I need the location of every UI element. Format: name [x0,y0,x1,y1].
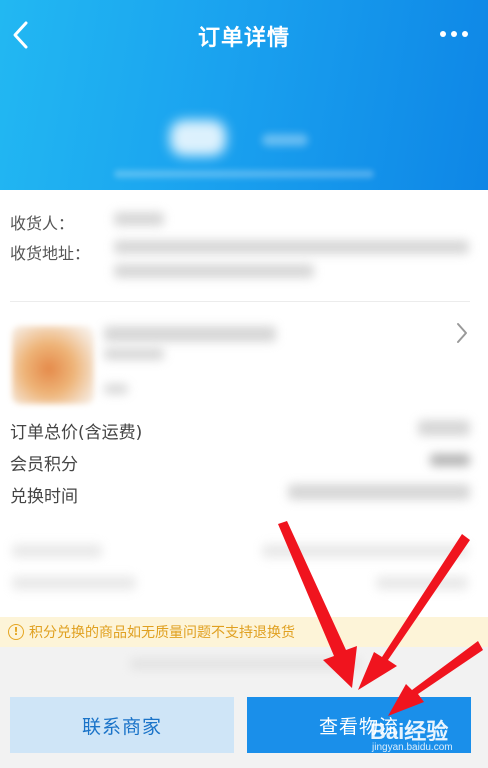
order-total-value-redacted [418,420,470,436]
chevron-right-icon [457,323,467,343]
status-text-redacted [262,134,308,146]
recipient-label: 收货人： [10,214,75,233]
address-label: 收货地址： [10,244,91,263]
divider [10,301,470,302]
address-value-redacted [114,240,469,254]
product-thumbnail[interactable] [12,326,94,404]
product-detail-link[interactable] [452,318,472,348]
product-title-line2-redacted [104,348,164,360]
more-button[interactable] [438,24,472,44]
order-time-label-redacted [12,576,136,590]
product-qty-redacted [104,384,128,394]
order-total-label: 订单总价(含运费) [10,423,143,443]
recipient-value-redacted [114,212,164,226]
header-banner: 订单详情 [0,0,488,190]
status-icon-redacted [170,120,226,156]
order-number-value-redacted [262,544,468,558]
address-section: 收货人： 收货地址： [0,190,488,302]
page-title: 订单详情 [197,26,290,51]
order-number-label-redacted [12,544,102,558]
member-points-value-redacted [430,454,470,466]
watermark-url: jingyan.baidu.com [372,742,453,753]
address-value-line2-redacted [114,264,314,278]
member-points-label: 会员积分 [10,455,78,475]
notice-text: 积分兑换的商品如无质量问题不支持退换货 [29,625,295,641]
bottom-hint-redacted [130,658,360,670]
contact-merchant-button[interactable]: 联系商家 [10,697,234,753]
exchange-time-label: 兑换时间 [10,487,78,507]
info-icon: ! [8,624,24,640]
status-bar-redacted [114,170,374,178]
notice-bar: ! 积分兑换的商品如无质量问题不支持退换货 [0,617,488,647]
more-dots-icon [440,31,468,37]
product-title-redacted [104,326,276,342]
order-time-value-redacted [376,576,468,590]
exchange-time-value-redacted [288,484,470,500]
